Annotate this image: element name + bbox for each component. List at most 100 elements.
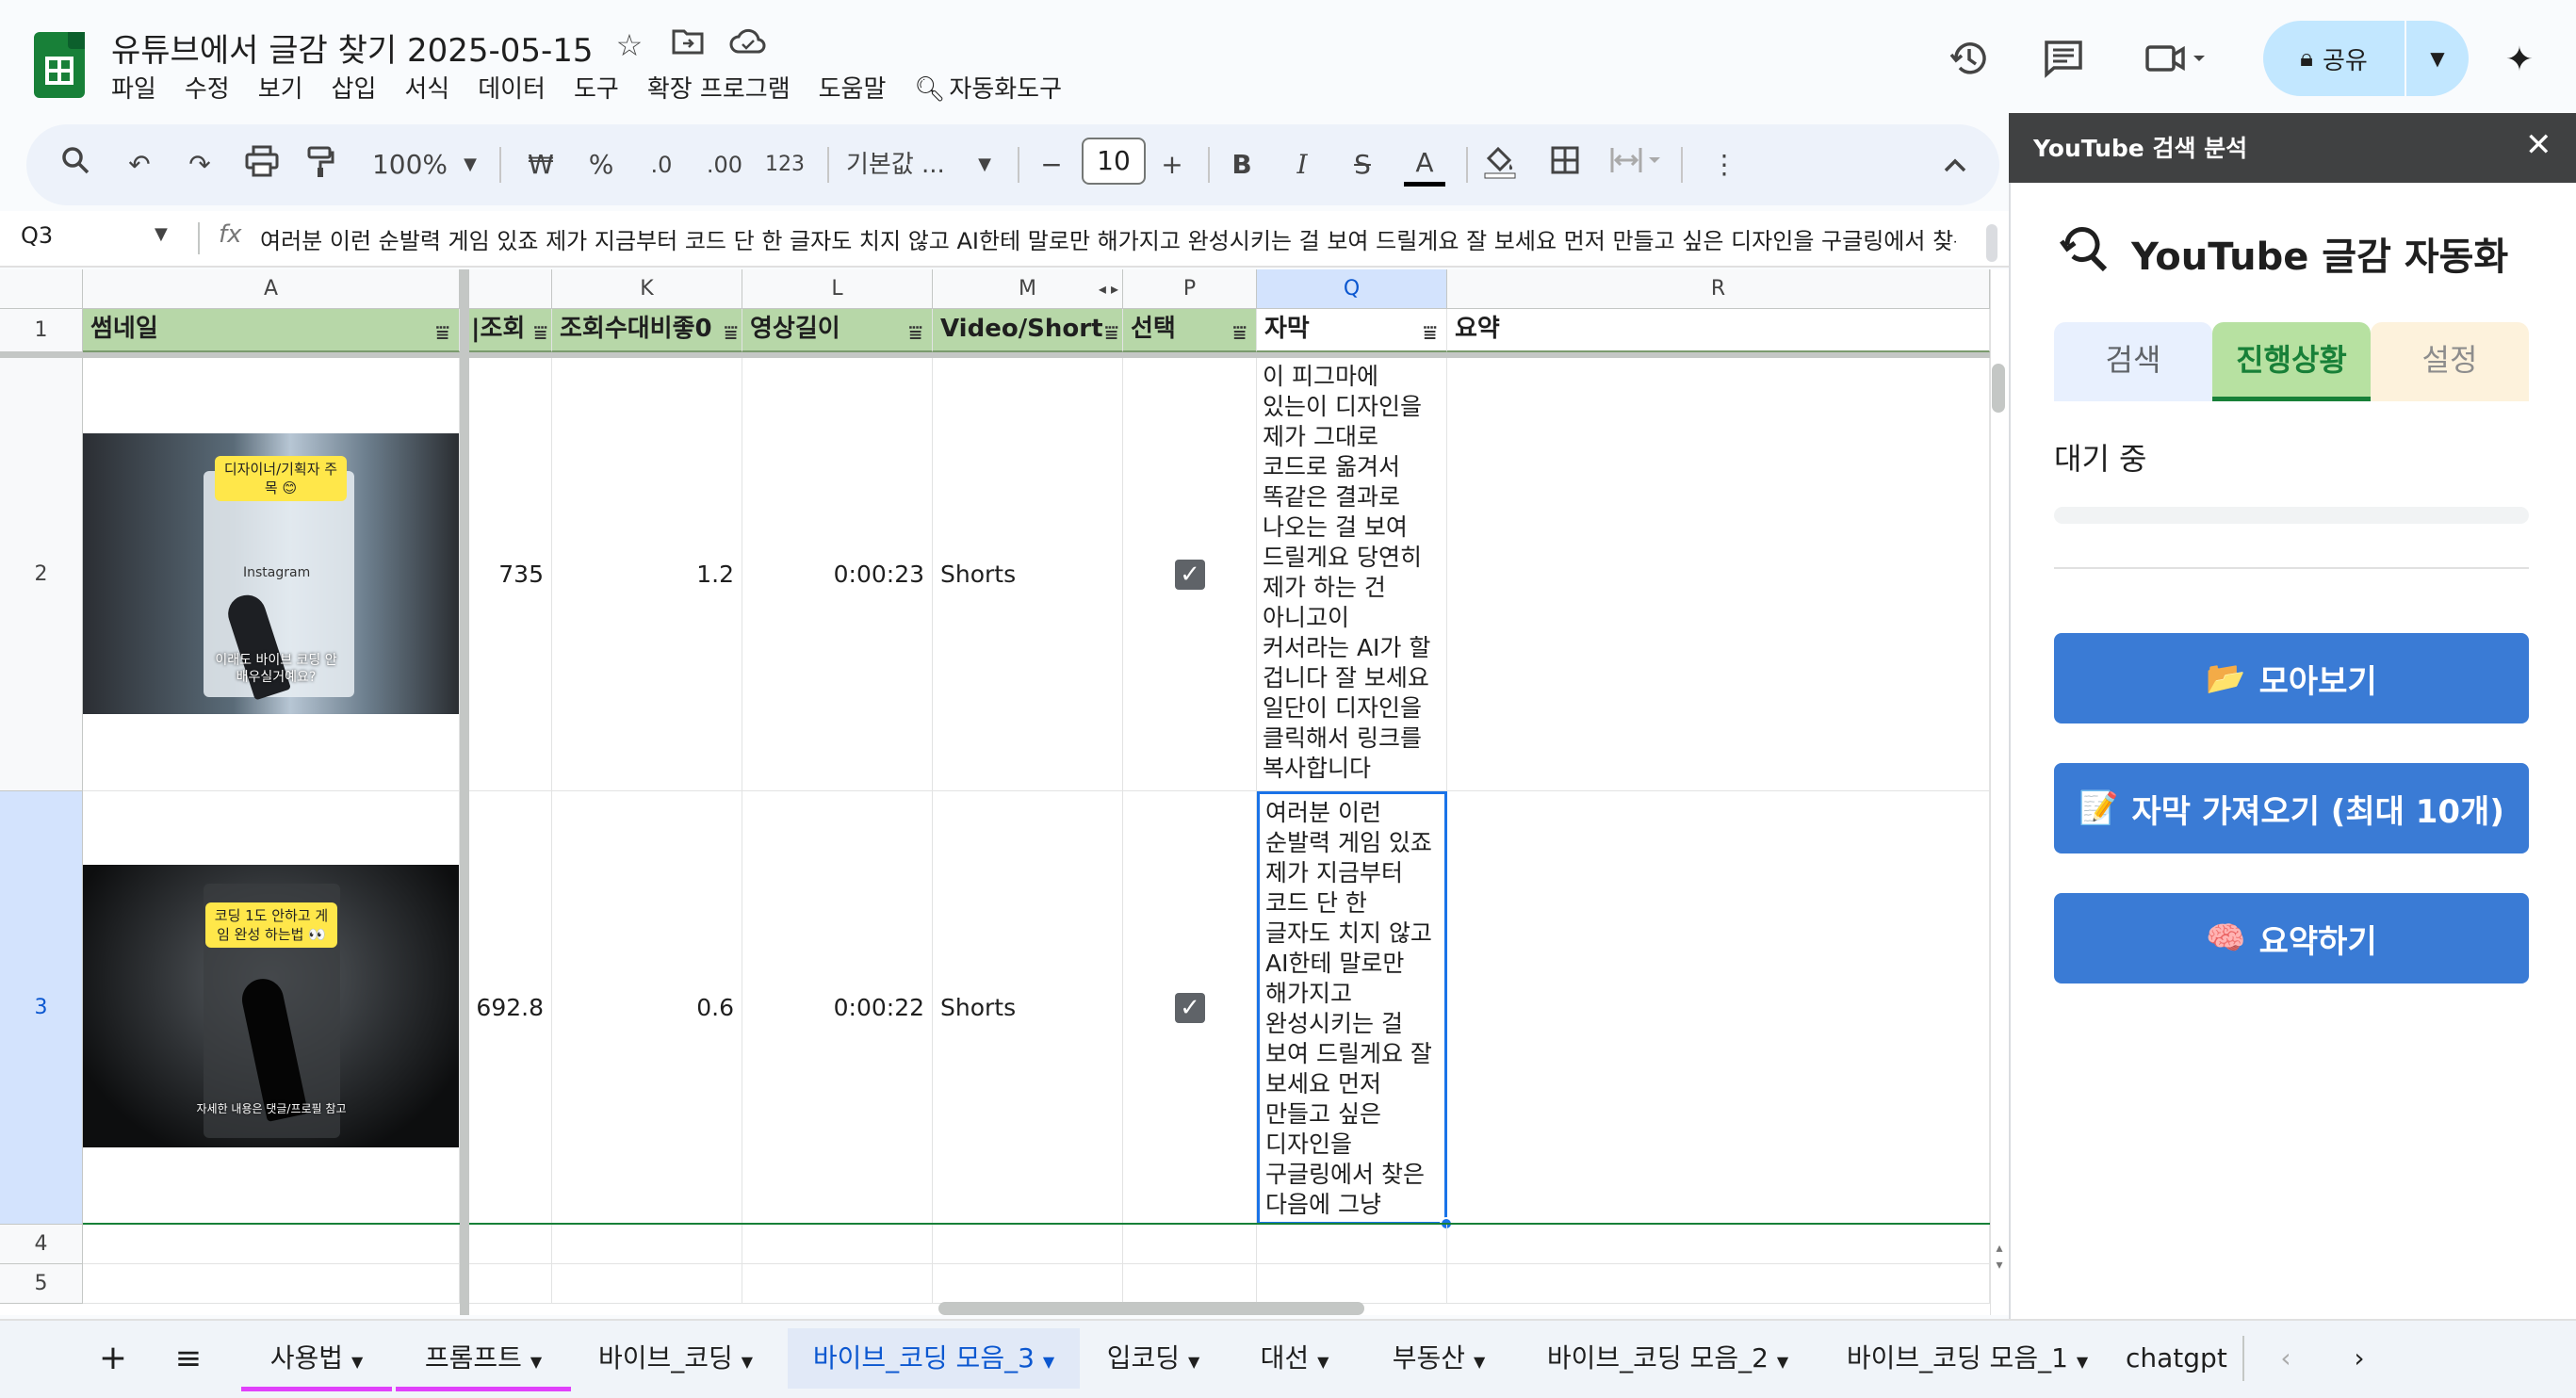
sheet-tab-vibe-coding-3[interactable]: 바이브_코딩 모음_3 ▼ (788, 1328, 1080, 1389)
header-cell-video-type[interactable]: Video/Short ⩸ (933, 309, 1123, 352)
panel-tab-settings[interactable]: 설정 (2371, 322, 2529, 401)
cloud-status-icon[interactable] (729, 26, 767, 64)
percent-format-button[interactable]: % (584, 145, 618, 185)
row-header-2[interactable]: 2 (0, 358, 83, 791)
row-header-4[interactable]: 4 (0, 1225, 83, 1264)
select-checkbox[interactable]: ✓ (1175, 560, 1205, 590)
paint-format-icon[interactable] (303, 145, 337, 185)
comments-icon[interactable] (2041, 38, 2086, 83)
empty-cell[interactable] (1447, 1225, 1990, 1264)
column-header-j[interactable] (469, 269, 552, 309)
currency-format-button[interactable]: ₩ (522, 145, 560, 185)
decrease-decimal-button[interactable]: .0 (643, 145, 680, 185)
filter-icon[interactable]: ⩸ (908, 313, 922, 350)
empty-cell[interactable] (742, 1225, 933, 1264)
fill-color-icon[interactable] (1481, 145, 1519, 185)
italic-button[interactable]: I (1285, 145, 1319, 185)
sheet-tab-usage[interactable]: 사용법 ▼ (241, 1328, 392, 1389)
share-button[interactable]: 🔒︎ 공유 ▼ (2263, 21, 2469, 96)
sheet-tab-mouth-coding[interactable]: 입코딩 ▼ (1089, 1328, 1217, 1389)
filter-icon[interactable]: ⩸ (1423, 313, 1437, 350)
menu-format[interactable]: 서식 (404, 70, 449, 105)
column-header-r[interactable]: R (1447, 269, 1990, 309)
vertical-scrollbar[interactable] (1992, 364, 2005, 413)
filter-icon[interactable]: ⩸ (1232, 313, 1247, 350)
column-header-k[interactable]: K (552, 269, 742, 309)
empty-cell[interactable] (552, 1264, 742, 1304)
subtitle-cell-selected[interactable]: 여러분 이런 순발력 게임 있죠 제가 지금부터 코드 단 한 글자도 치지 않… (1257, 791, 1447, 1225)
header-cell-view-like-ratio[interactable]: 조회수대비좋0 ⩸ (552, 309, 742, 352)
summarize-button[interactable]: 🧠 요약하기 (2054, 893, 2529, 983)
column-header-p[interactable]: P (1123, 269, 1257, 309)
meet-video-icon[interactable] (2144, 38, 2210, 83)
summary-cell[interactable] (1447, 791, 1990, 1225)
filter-icon[interactable]: ⩸ (435, 313, 449, 350)
scroll-arrows-icon[interactable]: ▴ ▾ (1990, 1240, 2009, 1274)
all-sheets-icon[interactable]: ≡ (166, 1328, 211, 1389)
scroll-tabs-left-icon[interactable]: ‹ (2267, 1328, 2305, 1389)
filter-icon[interactable]: ⩸ (533, 313, 547, 350)
collapse-toolbar-icon[interactable] (1939, 145, 1971, 185)
empty-cell[interactable] (1123, 1264, 1257, 1304)
hidden-columns-arrows-icon[interactable]: ◂ ▸ (1099, 269, 1118, 309)
sheet-tab-vibe-coding-1[interactable]: 바이브_코딩 모음_1 ▼ (1828, 1328, 2107, 1389)
empty-cell[interactable] (742, 1264, 933, 1304)
sheet-tab-vibe-coding[interactable]: 바이브_코딩 ▼ (579, 1328, 773, 1389)
empty-cell[interactable] (83, 1264, 460, 1304)
undo-icon[interactable]: ↶ (122, 145, 156, 185)
font-select[interactable]: 기본값 ... (846, 145, 959, 185)
zoom-dropdown-icon[interactable]: ▼ (460, 145, 481, 185)
share-dropdown-icon[interactable]: ▼ (2406, 47, 2469, 70)
column-header-m[interactable]: M ◂ ▸ (933, 269, 1123, 309)
version-history-icon[interactable] (1947, 38, 1992, 83)
menu-insert[interactable]: 삽입 (332, 70, 377, 105)
menu-file[interactable]: 파일 (111, 70, 156, 105)
formula-scrollbar[interactable] (1986, 224, 1997, 262)
empty-cell[interactable] (1123, 1225, 1257, 1264)
menu-extensions[interactable]: 확장 프로그램 (647, 70, 791, 105)
font-size-decrease-icon[interactable]: − (1036, 145, 1067, 185)
name-box[interactable]: Q3 (21, 222, 53, 249)
subtitle-cell[interactable]: 이 피그마에 있는이 디자인을 제가 그대로 코드로 옮겨서 똑같은 결과로 나… (1257, 358, 1447, 791)
thumbnail-cell[interactable]: 디자이너/기획자 주목 😊 Instagram 이래도 바이브 코딩 안 배우실… (83, 358, 460, 791)
increase-decimal-button[interactable]: .00 (701, 145, 748, 185)
sheet-tab-vibe-coding-2[interactable]: 바이브_코딩 모음_2 ▼ (1528, 1328, 1807, 1389)
more-options-icon[interactable]: ⋮ (1711, 145, 1737, 185)
sheet-tab-chatgpt[interactable]: chatgpt (2126, 1328, 2242, 1389)
empty-cell[interactable] (933, 1264, 1123, 1304)
add-sheet-icon[interactable]: + (92, 1328, 134, 1389)
row-header-3[interactable]: 3 (0, 791, 83, 1225)
horizontal-scrollbar[interactable] (938, 1302, 1364, 1315)
formula-input[interactable]: 여러분 이런 순발력 게임 있죠 제가 지금부터 코드 단 한 글자도 치지 않… (260, 222, 1956, 255)
menu-view[interactable]: 보기 (258, 70, 303, 105)
column-header-a[interactable]: A (83, 269, 460, 309)
select-all-corner[interactable] (0, 269, 83, 309)
empty-cell[interactable] (933, 1225, 1123, 1264)
header-cell-views[interactable]: |조회 ⩸ (469, 309, 552, 352)
header-cell-summary[interactable]: 요약 (1447, 309, 1990, 352)
zoom-select[interactable]: 100% (367, 145, 452, 185)
select-checkbox[interactable]: ✓ (1175, 993, 1205, 1023)
empty-cell[interactable] (469, 1225, 552, 1264)
move-folder-icon[interactable] (669, 26, 707, 64)
gemini-sparkle-icon[interactable]: ✦ (2497, 38, 2542, 83)
menu-data[interactable]: 데이터 (478, 70, 546, 105)
panel-tab-search[interactable]: 검색 (2054, 322, 2212, 401)
scroll-tabs-right-icon[interactable]: › (2340, 1328, 2378, 1389)
menu-edit[interactable]: 수정 (185, 70, 230, 105)
sheet-tab-election[interactable]: 대선 ▼ (1242, 1328, 1347, 1389)
header-cell-subtitle[interactable]: 자막 ⩸ (1257, 309, 1447, 352)
thumbnail-cell[interactable]: 코딩 1도 안하고 게임 완성 하는법 👀 자세한 내용은 댓글/프로필 참고 (83, 791, 460, 1225)
number-format-button[interactable]: 123 (761, 145, 808, 185)
filter-icon[interactable]: ⩸ (724, 313, 738, 350)
header-cell-duration[interactable]: 영상길이 ⩸ (742, 309, 933, 352)
text-color-button[interactable]: A (1404, 145, 1445, 187)
merge-cells-icon[interactable] (1607, 145, 1664, 185)
menu-automation[interactable]: 🔍︎ 자동화도구 (914, 70, 1090, 105)
filter-icon[interactable]: ⩸ (1104, 313, 1118, 350)
menu-tools[interactable]: 도구 (574, 70, 619, 105)
borders-icon[interactable] (1547, 145, 1583, 185)
sheet-tab-real-estate[interactable]: 부동산 ▼ (1370, 1328, 1508, 1389)
header-cell-thumbnail[interactable]: 썸네일 ⩸ (83, 309, 460, 352)
font-size-input[interactable]: 10 (1082, 138, 1146, 185)
